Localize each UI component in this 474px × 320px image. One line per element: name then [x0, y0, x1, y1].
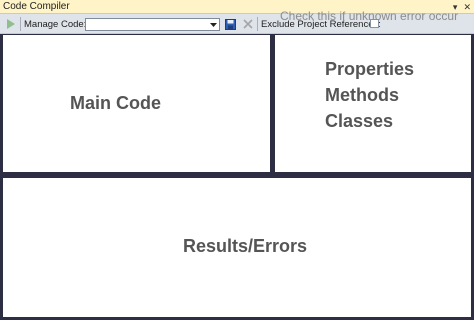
- toolbar-separator: [20, 17, 21, 31]
- main-code-panel[interactable]: Main Code: [3, 35, 270, 172]
- methods-label: Methods: [325, 85, 399, 105]
- save-icon: [225, 18, 236, 30]
- close-icon[interactable]: ✕: [463, 2, 471, 13]
- toolbar-separator: [257, 17, 258, 31]
- save-button[interactable]: [225, 14, 236, 34]
- classes-label: Classes: [325, 111, 394, 131]
- properties-label: Properties: [325, 59, 415, 79]
- delete-button[interactable]: [243, 14, 253, 34]
- unknown-error-hint: Check this if unknown error occur: [280, 9, 459, 23]
- manage-code-label: Manage Code:: [24, 18, 87, 30]
- properties-panel[interactable]: Properties Methods Classes: [275, 35, 471, 172]
- main-code-label: Main Code: [70, 93, 162, 113]
- run-button[interactable]: [6, 14, 16, 34]
- results-errors-panel[interactable]: Results/Errors: [3, 178, 471, 317]
- manage-code-dropdown[interactable]: [85, 18, 220, 31]
- delete-icon: [243, 19, 253, 29]
- results-errors-label: Results/Errors: [183, 236, 308, 256]
- play-icon: [7, 19, 15, 29]
- window-title: Code Compiler: [3, 1, 70, 12]
- chevron-down-icon[interactable]: [208, 20, 218, 29]
